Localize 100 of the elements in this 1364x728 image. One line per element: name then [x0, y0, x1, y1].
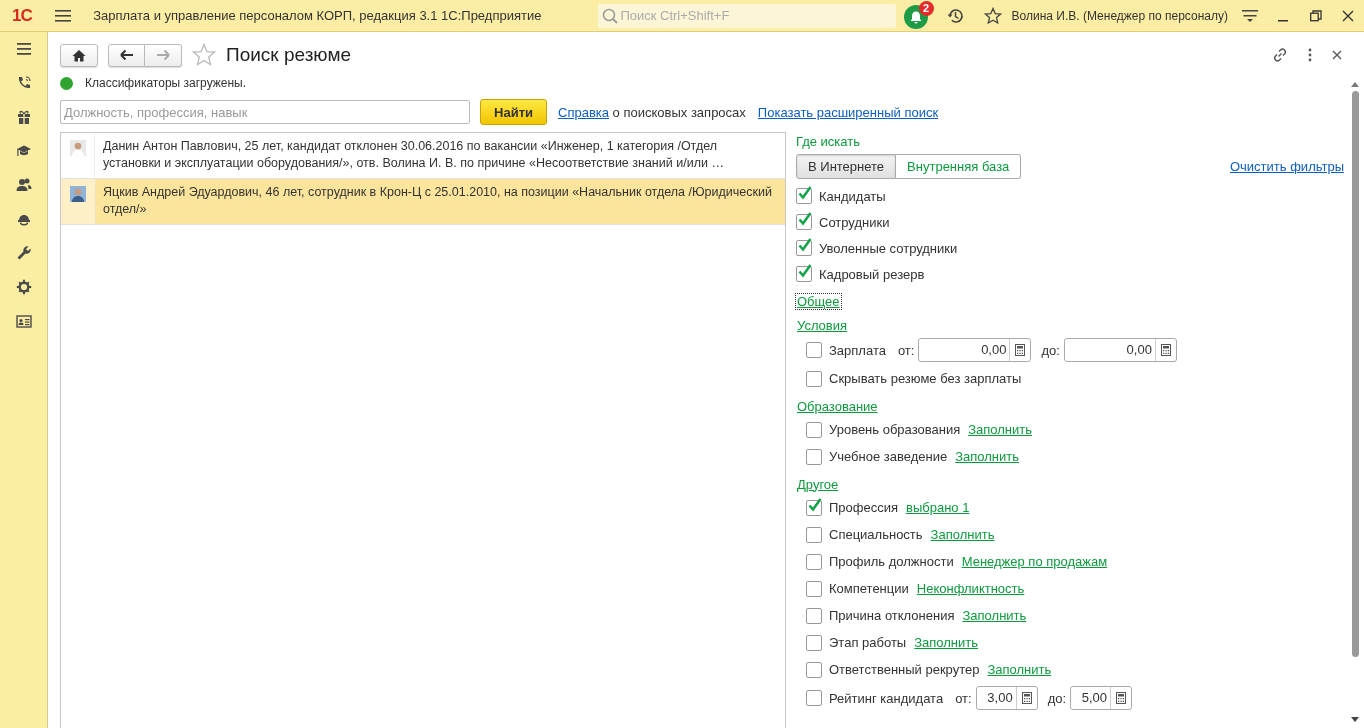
- range-label: до:: [1041, 342, 1060, 358]
- fill-link[interactable]: Заполнить: [987, 662, 1052, 677]
- checkbox-label: Профиль должности: [829, 554, 954, 569]
- calculator-icon: [1015, 344, 1026, 356]
- number-field[interactable]: 5,00: [1070, 686, 1133, 710]
- number-field[interactable]: 3,00: [975, 686, 1038, 710]
- fill-link[interactable]: Заполнить: [968, 422, 1033, 437]
- checkbox[interactable]: [806, 580, 822, 597]
- checkbox-label: Сотрудники: [819, 214, 890, 230]
- number-field[interactable]: 0,00: [1063, 338, 1177, 362]
- checkbox-label: Компетенции: [829, 581, 909, 596]
- scroll-up-icon: [1351, 82, 1359, 87]
- fill-link[interactable]: Заполнить: [930, 527, 995, 542]
- section-link[interactable]: Общее: [796, 293, 841, 309]
- close-icon[interactable]: [1332, 50, 1342, 60]
- number-field[interactable]: 0,00: [918, 338, 1032, 362]
- menu-icon[interactable]: [55, 9, 72, 22]
- history-icon[interactable]: [945, 6, 964, 25]
- checkbox-label: Кадровый резерв: [819, 266, 925, 282]
- id-card-icon[interactable]: [15, 313, 32, 329]
- checkbox-label: Рейтинг кандидата: [829, 690, 944, 706]
- checkbox[interactable]: [796, 240, 812, 256]
- checkbox-label: Профессия: [829, 500, 899, 515]
- calculator-icon: [1116, 692, 1127, 704]
- calculator-icon: [1021, 692, 1032, 704]
- checkbox-label: Причина отклонения: [829, 608, 955, 623]
- checkbox-label: Ответственный рекрутер: [829, 662, 980, 677]
- checkbox-label: Зарплата: [829, 342, 886, 358]
- checkbox-label: Скрывать резюме без зарплаты: [829, 371, 1022, 386]
- checkbox[interactable]: [796, 188, 812, 204]
- checkbox[interactable]: [806, 448, 822, 465]
- result-row[interactable]: Яцкив Андрей Эдуардович, 46 лет, сотрудник в Крон-Ц с 25.01.2010, на позиции «Начальник отдела /Юридический отдел/»: [61, 179, 785, 225]
- checkbox-label: Кандидаты: [819, 188, 886, 204]
- search-field[interactable]: Должность, профессия, навык: [60, 100, 470, 124]
- section-link[interactable]: Условия: [796, 317, 849, 333]
- fill-link[interactable]: Менеджер по продажам: [961, 554, 1108, 569]
- filter-menu-icon[interactable]: [1242, 8, 1258, 23]
- fill-link[interactable]: Заполнить: [955, 449, 1020, 464]
- check-icon: [798, 264, 812, 278]
- back-button[interactable]: [108, 43, 145, 67]
- section-link[interactable]: Другое: [796, 476, 840, 492]
- checkbox[interactable]: [796, 214, 812, 230]
- range-label: до:: [1047, 690, 1067, 706]
- logo: 1С: [12, 5, 33, 26]
- advanced-search-link[interactable]: Показать расширенный поиск: [757, 104, 939, 120]
- checkbox[interactable]: [806, 553, 822, 570]
- checkbox[interactable]: [806, 526, 822, 543]
- checkbox-label: Этап работы: [829, 635, 907, 650]
- home-icon: [72, 48, 86, 62]
- checkbox[interactable]: [806, 607, 822, 624]
- people-icon[interactable]: [15, 177, 32, 193]
- star-icon[interactable]: [983, 6, 1002, 25]
- scrollbar-thumb[interactable]: [1351, 91, 1359, 657]
- avatar-icon: [69, 186, 86, 202]
- app-title: Зарплата и управление персоналом КОРП, редакция 3.1 1С:Предприятие: [93, 8, 543, 23]
- scroll-down-icon: [1351, 717, 1359, 722]
- checkbox[interactable]: [806, 661, 822, 678]
- section-link[interactable]: Образование: [796, 398, 879, 414]
- link-icon[interactable]: [1272, 47, 1288, 63]
- calculator-icon: [1160, 344, 1171, 356]
- wrench-icon[interactable]: [15, 245, 32, 261]
- checkbox[interactable]: [806, 421, 822, 438]
- menu-icon[interactable]: [15, 41, 32, 57]
- mode-tab[interactable]: Внутренняя база: [896, 154, 1022, 179]
- checkbox-label: Уволенные сотрудники: [819, 240, 958, 256]
- user-name[interactable]: Волина И.В. (Менеджер по персоналу): [1011, 8, 1228, 23]
- star-icon[interactable]: [192, 43, 216, 67]
- arrow-right-icon: [156, 49, 170, 61]
- notifications-button[interactable]: 2: [902, 0, 934, 31]
- checkbox[interactable]: [806, 342, 822, 358]
- graduation-cap-icon[interactable]: [15, 143, 32, 159]
- checkbox[interactable]: [806, 499, 822, 516]
- clear-filters-link[interactable]: Очистить фильтры: [1229, 159, 1344, 174]
- search-field[interactable]: Поиск Ctrl+Shift+F: [598, 3, 897, 28]
- gear-icon[interactable]: [15, 279, 32, 295]
- fill-link[interactable]: Неконфликтность: [916, 581, 1025, 596]
- result-text: Данин Антон Павлович, 25 лет, кандидат отклонен 30.06.2016 по вакансии «Инженер, 1 категория /Отдел установки и эксплуатации оборудования/», отв. Волина И. В. по причине «Несоответствие знаний и/или …: [102, 138, 725, 172]
- arrow-left-icon: [119, 49, 134, 61]
- check-icon: [798, 238, 812, 252]
- form-title: Поиск резюме: [226, 44, 352, 66]
- checkbox-label: Учебное заведение: [829, 449, 948, 464]
- checkbox[interactable]: [806, 370, 822, 387]
- checkbox[interactable]: [806, 634, 822, 651]
- status-text: Классификаторы загружены.: [85, 76, 247, 90]
- mode-tab[interactable]: В Интернете: [796, 154, 897, 179]
- result-text: Яцкив Андрей Эдуардович, 46 лет, сотрудник в Крон-Ц с 25.01.2010, на позиции «Начальник отдела /Юридический отдел/»: [102, 184, 773, 218]
- close-icon[interactable]: [1342, 9, 1354, 22]
- check-icon: [798, 186, 812, 200]
- fill-link[interactable]: Заполнить: [914, 635, 978, 650]
- checkbox[interactable]: [796, 266, 812, 282]
- checkbox[interactable]: [806, 690, 822, 706]
- fill-link[interactable]: Заполнить: [962, 608, 1027, 623]
- help-link[interactable]: Справка: [558, 104, 609, 120]
- fill-link[interactable]: выбрано 1: [906, 500, 970, 515]
- more-icon[interactable]: [1308, 48, 1312, 62]
- find-button[interactable]: Найти: [480, 99, 547, 125]
- range-label: от:: [897, 342, 915, 358]
- gift-icon[interactable]: [15, 109, 32, 125]
- restore-icon[interactable]: [1310, 9, 1322, 22]
- home-button[interactable]: [60, 43, 98, 67]
